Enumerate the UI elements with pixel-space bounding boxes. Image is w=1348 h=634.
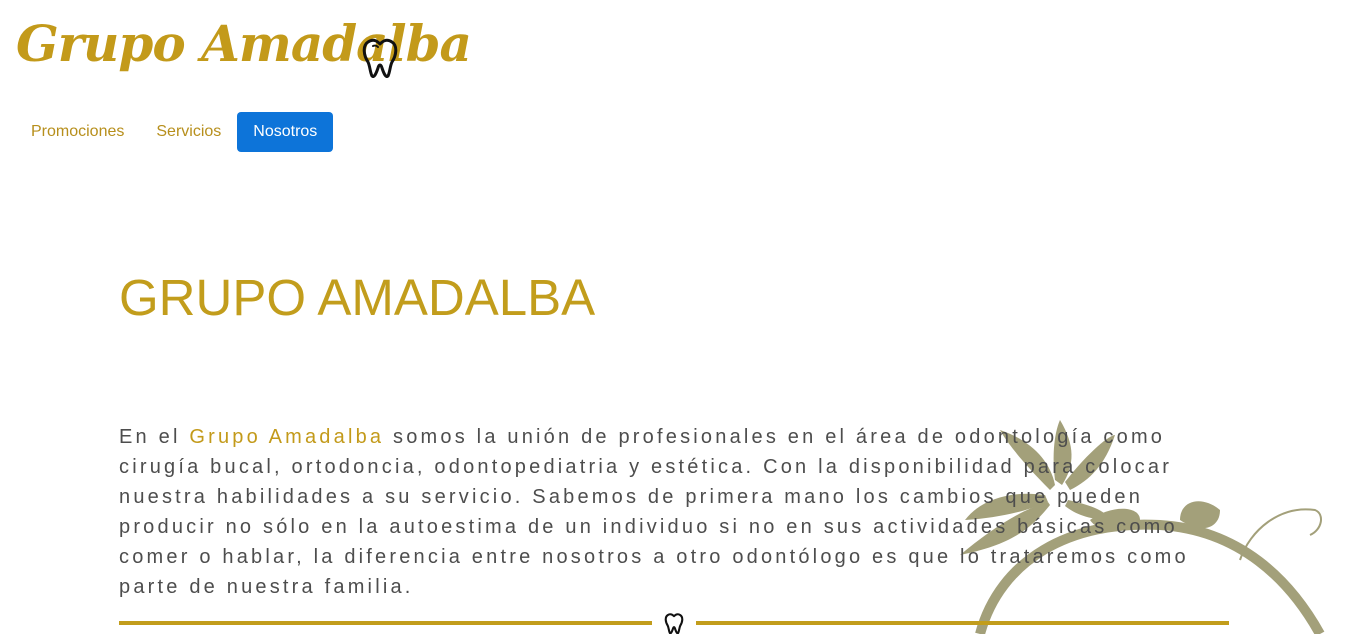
intro-highlight: Grupo Amadalba	[189, 426, 385, 448]
about-section: GRUPO AMADALBA En el Grupo Amadalba somo…	[119, 268, 1229, 598]
divider-line-right	[696, 621, 1229, 625]
divider-line-left	[119, 621, 652, 625]
tooth-icon	[664, 613, 684, 634]
site-header: Grupo Amadalba	[0, 0, 1348, 100]
main-nav: Promociones Servicios Nosotros	[15, 112, 334, 152]
tooth-icon	[362, 38, 398, 78]
brand-logo[interactable]: Grupo Amadalba	[16, 14, 472, 73]
page-title: GRUPO AMADALBA	[119, 269, 596, 326]
nav-item-servicios[interactable]: Servicios	[140, 112, 237, 152]
intro-prefix: En el	[119, 426, 190, 448]
nav-item-nosotros[interactable]: Nosotros	[237, 112, 334, 152]
intro-paragraph: En el Grupo Amadalba somos la unión de p…	[119, 422, 1229, 602]
intro-text: somos la unión de profesionales en el ár…	[119, 426, 1189, 598]
nav-item-promociones[interactable]: Promociones	[15, 112, 140, 152]
